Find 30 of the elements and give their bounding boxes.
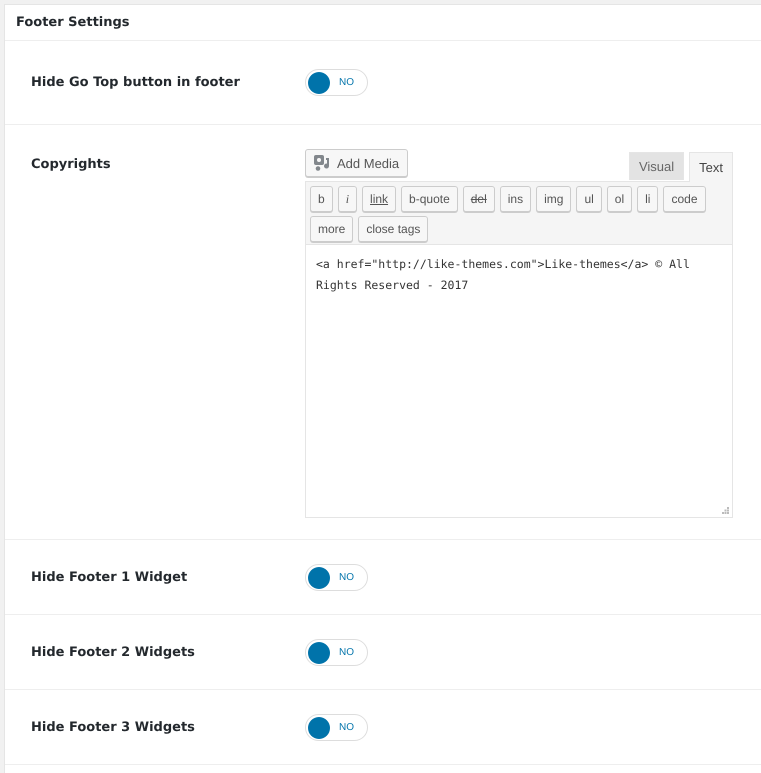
quicktag-button[interactable]: ins: [500, 186, 532, 212]
editor-tab[interactable]: Visual: [628, 152, 684, 180]
panel-title: Footer Settings: [16, 15, 130, 30]
setting-label: Copyrights: [31, 156, 112, 174]
media-icon: [314, 155, 332, 171]
quicktag-button[interactable]: del: [462, 186, 495, 212]
toggle-switch[interactable]: NO: [305, 638, 368, 666]
toggle-switch[interactable]: NO: [305, 564, 368, 590]
quicktag-button[interactable]: img: [536, 186, 572, 212]
quicktag-button[interactable]: ul: [576, 186, 602, 212]
editor-tab[interactable]: Text: [689, 152, 733, 182]
quicktag-button[interactable]: i: [338, 186, 358, 212]
setting-label: Hide Footer 3 Widgets: [31, 720, 196, 734]
quicktag-button[interactable]: link: [362, 186, 396, 212]
toggle-switch[interactable]: NO: [305, 714, 368, 740]
quicktag-button[interactable]: more: [310, 216, 354, 242]
setting-label: Hide Footer 1 Widget: [31, 570, 188, 584]
setting-label: Hide Footer 2 Widgets: [31, 644, 196, 660]
toggle-switch[interactable]: NO: [305, 69, 368, 96]
quicktag-button[interactable]: code: [663, 186, 706, 212]
resize-handle-icon[interactable]: [722, 507, 729, 514]
editor-text: <a href="http://like-themes.com">Like-themes</a> © All Rights Reserved - 2017: [316, 257, 690, 292]
quicktag-button[interactable]: b: [310, 186, 333, 212]
text-area[interactable]: <a href="http://like-themes.com">Like-themes</a> © All Rights Reserved - 2017: [305, 245, 733, 518]
quicktag-button[interactable]: close tags: [358, 216, 428, 242]
quicktag-button[interactable]: li: [637, 186, 658, 212]
quicktag-button[interactable]: b-quote: [401, 186, 458, 212]
add-media-button[interactable]: Add Media: [305, 149, 408, 177]
quicktag-button[interactable]: ol: [606, 186, 632, 212]
setting-label: Hide Go Top button in footer: [31, 75, 241, 90]
